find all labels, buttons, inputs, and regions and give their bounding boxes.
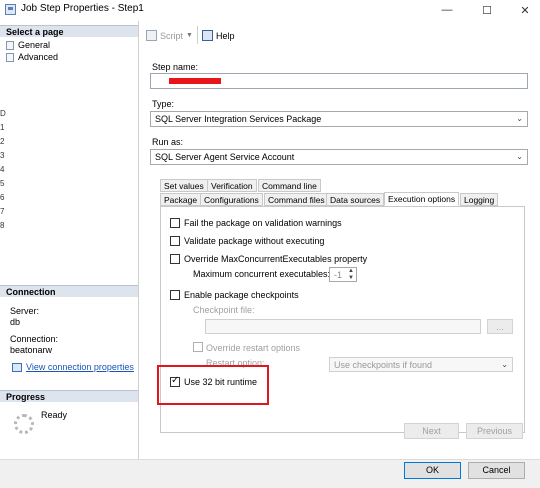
progress-header: Progress [0,390,138,402]
edge-mark: 1 [0,123,5,132]
tab-verification[interactable]: Verification [207,179,257,192]
edge-mark: 4 [0,165,5,174]
override-restart-checkbox[interactable] [193,342,203,352]
ok-button[interactable]: OK [404,462,461,479]
help-label: Help [216,30,235,41]
fail-on-warnings-label: Fail the package on validation warnings [184,218,342,228]
redacted-value [169,78,221,84]
chevron-down-icon: ▼ [186,32,193,39]
connection-label: Connection: [10,334,59,344]
sidebar-item-general[interactable]: General [6,40,50,50]
progress-spinner-icon [14,414,34,434]
tab-package[interactable]: Package [160,193,202,206]
step-name-input[interactable] [150,73,528,89]
server-label: Server: [10,306,40,316]
minimize-button[interactable]: — [432,0,462,20]
edge-mark: 8 [0,221,5,230]
type-value: SQL Server Integration Services Package [155,114,322,124]
enable-checkpoints-label: Enable package checkpoints [184,290,299,300]
help-icon [202,30,213,41]
browse-button[interactable]: ... [487,319,513,334]
script-label: Script [160,30,184,41]
restart-option-value: Use checkpoints if found [334,360,433,370]
next-button[interactable]: Next [404,423,459,439]
close-button[interactable]: ✕ [510,0,540,20]
override-max-concurrent-checkbox[interactable] [170,254,180,264]
run-as-select[interactable]: SQL Server Agent Service Account ⌄ [150,149,528,165]
connection-value: beatonarw [10,345,53,355]
toolbar-separator [197,26,198,44]
page-icon [6,52,14,62]
edge-mark: 7 [0,207,5,216]
fail-on-warnings-checkbox[interactable] [170,218,180,228]
edge-mark: 5 [0,179,5,188]
page-icon [6,40,14,50]
tab-command-line[interactable]: Command line [258,179,321,192]
select-page-header: Select a page [0,25,138,37]
checkpoint-file-input[interactable] [205,319,481,334]
chevron-down-icon: ⌄ [516,114,523,123]
help-button[interactable]: Help [202,30,235,41]
properties-icon [12,362,22,372]
tab-configurations[interactable]: Configurations [200,193,263,206]
app-icon [5,4,16,15]
tab-command-files[interactable]: Command files [264,193,329,206]
edge-marks: D 1 2 3 4 5 6 7 8 [0,107,6,233]
type-label: Type: [152,99,175,109]
enable-checkpoints-checkbox[interactable] [170,290,180,300]
tab-data-sources[interactable]: Data sources [326,193,385,206]
override-max-concurrent-label: Override MaxConcurrentExecutables proper… [184,254,368,264]
restart-option-select[interactable]: Use checkpoints if found ⌄ [329,357,513,372]
edge-mark: D [0,109,6,118]
window-title: Job Step Properties - Step1 [21,3,144,14]
chevron-down-icon: ⌄ [501,360,508,369]
edge-mark: 3 [0,151,5,160]
left-pane: Select a page General Advanced D 1 2 3 4… [0,21,139,459]
progress-status: Ready [41,410,68,420]
edge-mark: 2 [0,137,5,146]
tab-set-values[interactable]: Set values [160,179,208,192]
view-connection-properties-link[interactable]: View connection properties [12,362,134,372]
script-icon [146,30,157,41]
annotation-highlight-box [157,365,269,405]
sidebar-item-advanced[interactable]: Advanced [6,52,58,62]
script-button[interactable]: Script ▼ [146,30,193,41]
chevron-down-icon: ⌄ [516,152,523,161]
tab-logging[interactable]: Logging [460,193,499,206]
validate-only-checkbox[interactable] [170,236,180,246]
validate-only-label: Validate package without executing [184,236,325,246]
max-concurrent-label: Maximum concurrent executables: [193,269,331,279]
sidebar-item-label: General [18,40,51,50]
sidebar-item-label: Advanced [18,52,59,62]
type-select[interactable]: SQL Server Integration Services Package … [150,111,528,127]
run-as-label: Run as: [152,137,184,147]
max-concurrent-spinner[interactable]: -1 ▲ ▼ [329,267,357,282]
maximize-button[interactable]: ☐ [472,0,502,20]
max-concurrent-value: -1 [334,270,343,280]
checkpoint-file-label: Checkpoint file: [193,305,255,315]
connection-header: Connection [0,285,138,297]
step-name-label: Step name: [152,62,199,72]
server-value: db [10,317,21,327]
spinner-arrows-icon: ▲ ▼ [348,268,354,281]
edge-mark: 6 [0,193,5,202]
previous-button[interactable]: Previous [466,423,523,439]
override-restart-label: Override restart options [206,343,301,353]
run-as-value: SQL Server Agent Service Account [155,152,295,162]
view-connection-label: View connection properties [26,362,134,372]
cancel-button[interactable]: Cancel [468,462,525,479]
tab-execution-options[interactable]: Execution options [384,192,460,206]
